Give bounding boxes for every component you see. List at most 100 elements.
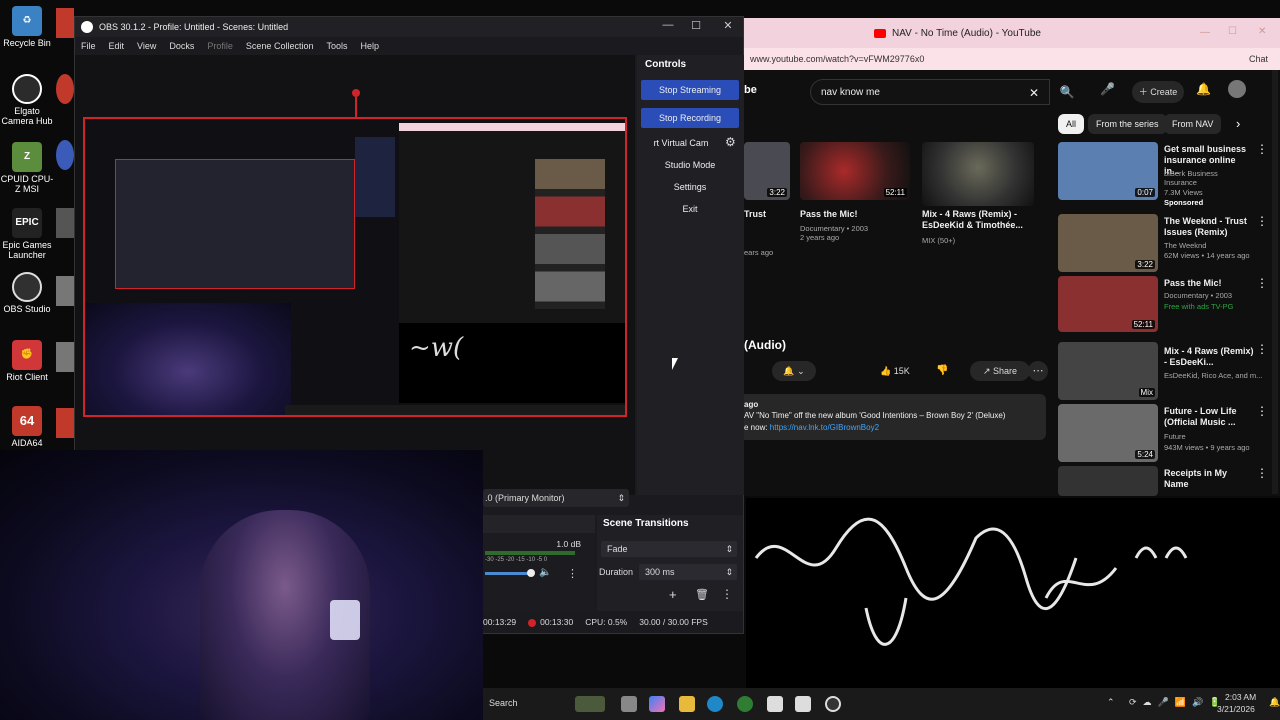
transition-select[interactable]: Fade ⇕ xyxy=(601,541,737,557)
chip-all[interactable]: All xyxy=(1058,114,1085,134)
settings-button[interactable]: Settings xyxy=(641,177,739,197)
taskbar-date[interactable]: 3/21/2026 xyxy=(1217,704,1255,714)
more-actions-icon[interactable]: ⋯ xyxy=(1028,361,1048,381)
endscreen-title-2[interactable]: Pass the Mic! xyxy=(800,209,858,220)
stop-streaming-button[interactable]: Stop Streaming xyxy=(641,80,739,100)
desktop-icon-obs[interactable]: OBS Studio xyxy=(0,272,54,314)
volume-slider-thumb[interactable] xyxy=(527,569,535,577)
maximize-icon[interactable]: ☐ xyxy=(681,19,711,35)
edge-icon[interactable] xyxy=(707,696,723,712)
menu-tools[interactable]: Tools xyxy=(326,41,347,51)
audio-kebab-icon[interactable]: ⋮ xyxy=(567,567,578,580)
sidebar-video-6[interactable]: Receipts in My Name ⋮ xyxy=(1058,466,1268,496)
taskbar-search[interactable]: Search xyxy=(489,698,518,708)
obs-taskbar-icon[interactable] xyxy=(825,696,841,712)
task-view-icon[interactable] xyxy=(621,696,637,712)
obs-preview-source[interactable]: ~w( xyxy=(83,117,627,417)
volume-slider[interactable] xyxy=(485,572,531,575)
menu-view[interactable]: View xyxy=(137,41,156,51)
desktop-icon-riot[interactable]: ✊ Riot Client xyxy=(0,340,54,382)
webcam-lamp xyxy=(330,600,360,640)
like-button[interactable]: 👍 15K xyxy=(880,361,930,381)
tray-chevron-up-icon[interactable]: ⌃ xyxy=(1107,697,1115,708)
search-highlight-icon[interactable] xyxy=(575,696,605,712)
chip-from-series[interactable]: From the series xyxy=(1088,114,1167,134)
virtual-cam-gear-icon[interactable]: ⚙ xyxy=(725,135,736,149)
menu-profile[interactable]: Profile xyxy=(207,41,233,51)
menu-help[interactable]: Help xyxy=(360,41,379,51)
kebab-icon[interactable]: ⋮ xyxy=(1256,404,1268,418)
stop-recording-button[interactable]: Stop Recording xyxy=(641,108,739,128)
add-transition-icon[interactable]: + xyxy=(669,587,677,602)
kebab-icon[interactable]: ⋮ xyxy=(1256,342,1268,356)
tray-icons[interactable]: ⟳☁🎤📶🔊🔋 xyxy=(1129,697,1226,708)
virtual-cam-button[interactable]: rt Virtual Cam xyxy=(641,133,721,153)
sidebar-video-4[interactable]: Mix Mix - 4 Raws (Remix) - EsDeeKi... Es… xyxy=(1058,342,1268,404)
chip-from-nav[interactable]: From NAV xyxy=(1164,114,1222,134)
create-button[interactable]: ＋ Create xyxy=(1132,81,1184,103)
exit-button[interactable]: Exit xyxy=(641,199,739,219)
maximize-icon[interactable]: ☐ xyxy=(1228,26,1237,37)
address-url[interactable]: www.youtube.com/watch?v=vFWM29776x0 xyxy=(750,54,924,64)
copilot-icon[interactable] xyxy=(649,696,665,712)
chevron-right-icon[interactable]: › xyxy=(1236,116,1240,131)
desktop-icon-aida64[interactable]: 64 AIDA64 xyxy=(0,406,54,448)
kebab-icon[interactable]: ⋮ xyxy=(1256,466,1268,480)
desktop-icon-elgato[interactable]: Elgato Camera Hub xyxy=(0,74,54,126)
minimize-icon[interactable]: — xyxy=(653,19,683,35)
desktop-icon-recycle-bin[interactable]: ♻ Recycle Bin xyxy=(0,6,54,48)
sidebar-video-5[interactable]: 5:24 Future - Low Life (Official Music .… xyxy=(1058,404,1268,466)
search-button[interactable]: 🔍 xyxy=(1050,79,1084,105)
subscribe-bell-button[interactable]: 🔔 ⌄ xyxy=(772,361,816,381)
duration-input[interactable]: 300 ms ⇕ xyxy=(639,564,737,580)
endscreen-thumb-1[interactable]: 3:22 xyxy=(744,142,790,200)
avatar[interactable] xyxy=(1228,80,1246,98)
kebab-icon[interactable]: ⋮ xyxy=(1256,276,1268,290)
close-icon[interactable]: ✕ xyxy=(713,19,743,35)
obs-preview-area[interactable]: ~w( xyxy=(75,55,635,495)
studio-mode-button[interactable]: Studio Mode xyxy=(641,155,739,175)
preview-nested-thumbs xyxy=(535,159,605,309)
desktop-icon-epic[interactable]: EPIC Epic Games Launcher xyxy=(0,208,54,260)
menu-docks[interactable]: Docks xyxy=(169,41,194,51)
notepad-icon[interactable] xyxy=(767,696,783,712)
scrollbar[interactable] xyxy=(1272,70,1278,494)
youtube-search-input[interactable]: nav know me ✕ xyxy=(810,79,1050,105)
kebab-icon[interactable]: ⋮ xyxy=(1256,142,1268,156)
voice-search-icon[interactable]: 🎤 xyxy=(1100,82,1115,96)
notifications-bell-icon[interactable]: 🔔 xyxy=(1196,82,1211,96)
transition-kebab-icon[interactable]: ⋮ xyxy=(721,587,733,601)
minimize-icon[interactable]: — xyxy=(1200,27,1210,38)
preview-rotate-handle[interactable] xyxy=(352,89,360,97)
share-button[interactable]: ↗ Share xyxy=(970,361,1030,381)
taskbar-time[interactable]: 2:03 AM xyxy=(1225,692,1256,702)
store-icon[interactable] xyxy=(795,696,811,712)
search-icon: 🔍 xyxy=(1059,85,1075,99)
close-icon[interactable]: ✕ xyxy=(1258,26,1266,37)
browser-tab-title[interactable]: NAV - No Time (Audio) - YouTube xyxy=(892,28,1041,39)
delete-transition-icon[interactable]: 🗑 xyxy=(695,588,709,601)
endscreen-title-1[interactable]: Trust xyxy=(744,209,766,220)
sidebar-video-1[interactable]: 0:07 Get small business insurance online… xyxy=(1058,142,1268,207)
chat-button[interactable]: Chat xyxy=(1249,54,1268,64)
menu-edit[interactable]: Edit xyxy=(109,41,125,51)
dislike-button[interactable]: 👎 xyxy=(936,361,948,381)
file-explorer-icon[interactable] xyxy=(679,696,695,712)
speaker-icon[interactable]: 🔈 xyxy=(539,567,551,578)
monitor-select[interactable]: .0 (Primary Monitor) ⇕ xyxy=(483,489,629,507)
endscreen-thumb-2[interactable]: 52:11 xyxy=(800,142,910,200)
xbox-icon[interactable] xyxy=(737,696,753,712)
menu-scene-collection[interactable]: Scene Collection xyxy=(246,41,314,51)
kebab-icon[interactable]: ⋮ xyxy=(1256,214,1268,228)
browser-address-bar[interactable]: www.youtube.com/watch?v=vFWM29776x0 Chat xyxy=(744,48,1280,70)
endscreen-thumb-3[interactable] xyxy=(922,142,1034,206)
sidebar-video-2[interactable]: 3:22 The Weeknd - Trust Issues (Remix) T… xyxy=(1058,214,1268,276)
menu-file[interactable]: File xyxy=(81,41,96,51)
clear-search-icon[interactable]: ✕ xyxy=(1029,80,1039,106)
preview-nested-taskbar xyxy=(285,405,625,415)
album-link[interactable]: https://nav.lnk.to/GIBrownBoy2 xyxy=(770,423,879,432)
sidebar-video-3[interactable]: 52:11 Pass the Mic! Documentary • 2003 F… xyxy=(1058,276,1268,338)
notification-bell-icon[interactable]: 🔔 xyxy=(1269,697,1280,708)
endscreen-title-3[interactable]: Mix - 4 Raws (Remix) - EsDeeKid & Timoth… xyxy=(922,209,1032,231)
desktop-icon-cpuz[interactable]: Z CPUID CPU-Z MSI xyxy=(0,142,54,194)
